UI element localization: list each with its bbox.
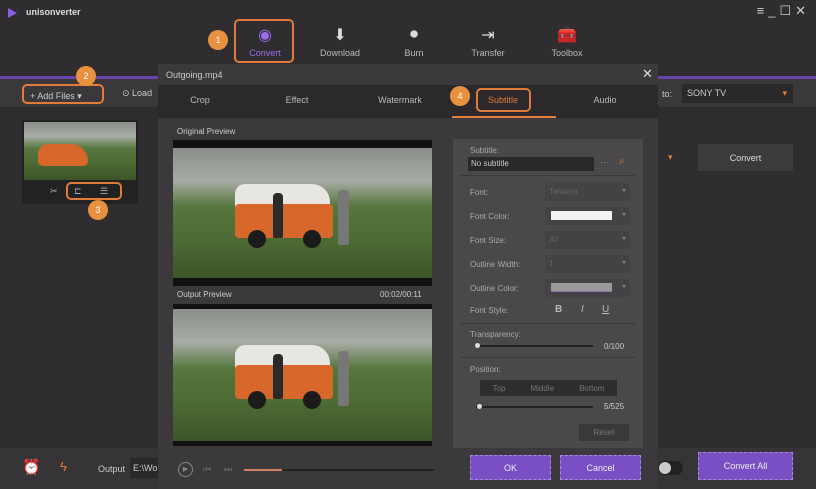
transfer-icon: ⇥ (481, 27, 495, 44)
format-dropdown-icon[interactable]: ▾ (668, 152, 673, 163)
output-label: Output (98, 464, 126, 474)
file-thumbnail-image (24, 122, 136, 180)
outline-color-select[interactable] (545, 279, 630, 297)
burn-icon: ⏺ (409, 26, 418, 43)
outline-color-label: Outline Color: (470, 284, 519, 293)
tab-watermark[interactable]: Watermark (355, 95, 445, 105)
active-tab-underline (452, 116, 556, 118)
previous-icon[interactable]: ⏮ (203, 464, 211, 475)
tab-crop[interactable]: Crop (155, 95, 245, 105)
more-icon[interactable]: ··· (600, 157, 609, 167)
dialog-title: Outgoing.mp4 (166, 70, 223, 80)
step-badge-3: 3 (88, 200, 108, 220)
output-path[interactable]: E:\Wo (130, 458, 160, 478)
nav-burn[interactable]: ⏺ Burn (384, 22, 444, 58)
file-convert-button[interactable]: Convert (698, 144, 793, 171)
convert-to-select[interactable]: SONY TV ▾ (682, 84, 793, 103)
next-icon[interactable]: ⏭ (224, 464, 232, 475)
cut-icon[interactable]: ✂ (50, 186, 58, 197)
convert-all-button[interactable]: Convert All (698, 452, 793, 480)
position-slider[interactable] (476, 404, 593, 409)
position-label: Position: (470, 365, 501, 374)
dialog-close-icon[interactable]: ✕ (642, 66, 653, 82)
output-preview-image (173, 304, 432, 446)
step-badge-4: 4 (450, 86, 470, 106)
nav-transfer[interactable]: ⇥ Transfer (458, 22, 518, 58)
highlight-convert (234, 19, 294, 63)
position-bottom[interactable]: Bottom (579, 384, 604, 393)
original-preview-image (173, 140, 432, 286)
position-middle[interactable]: Middle (530, 384, 554, 393)
highlight-subtitle-tab (476, 88, 531, 112)
alarm-icon[interactable]: ⏰ (22, 458, 41, 476)
step-badge-1: 1 (208, 30, 228, 50)
play-button[interactable]: ▶ (178, 462, 193, 477)
minimize-icon[interactable]: _ (768, 3, 779, 18)
app-logo-icon (8, 8, 17, 18)
toolbox-icon: 🧰 (557, 27, 577, 44)
outline-width-select[interactable]: 1 (545, 255, 630, 273)
font-label: Font: (470, 188, 489, 197)
window-controls: ≡_☐✕ (757, 3, 810, 19)
step-badge-2: 2 (76, 66, 96, 86)
merge-toggle[interactable] (658, 461, 683, 475)
divider (460, 357, 635, 358)
output-preview-label: Output Preview (177, 290, 232, 299)
original-preview-label: Original Preview (177, 127, 236, 136)
position-segmented: Top Middle Bottom (480, 380, 617, 396)
add-files-button[interactable]: + Add Files ▾ (22, 84, 104, 104)
divider (460, 323, 635, 324)
underline-button[interactable]: U (602, 304, 609, 315)
time-display: 00:02/00:11 (380, 290, 422, 299)
speed-icon[interactable]: ϟ (60, 459, 67, 474)
font-size-label: Font Size: (470, 236, 507, 245)
divider (460, 175, 635, 176)
font-color-select[interactable] (545, 207, 630, 225)
outline-width-label: Outline Width: (470, 260, 521, 269)
subtitle-input[interactable]: No subtitle (468, 157, 594, 171)
reset-button[interactable]: Reset (579, 424, 629, 441)
highlight-edit-icons (66, 182, 122, 200)
nav-toolbox[interactable]: 🧰 Toolbox (537, 22, 597, 58)
italic-button[interactable]: I (581, 304, 584, 315)
app-title: unisonverter (26, 7, 81, 17)
font-select[interactable]: Tahoma (545, 183, 630, 201)
convert-to-label: to: (662, 89, 673, 99)
download-icon: ⬇ (333, 27, 347, 44)
tab-audio[interactable]: Audio (560, 95, 650, 105)
transparency-slider[interactable] (475, 343, 593, 348)
search-icon[interactable]: ⌕ (619, 156, 625, 167)
load-button[interactable]: ⊙ Load (122, 88, 152, 99)
playback-slider[interactable] (244, 469, 434, 471)
subtitle-label: Subtitle: (470, 146, 499, 155)
cancel-button[interactable]: Cancel (560, 455, 641, 480)
tab-effect[interactable]: Effect (252, 95, 342, 105)
bold-button[interactable]: B (555, 304, 562, 315)
font-style-label: Font Style: (470, 306, 509, 315)
transparency-label: Transparency: (470, 330, 521, 339)
position-top[interactable]: Top (493, 384, 506, 393)
position-value: 5/525 (604, 402, 625, 411)
ok-button[interactable]: OK (470, 455, 551, 480)
font-color-label: Font Color: (470, 212, 510, 221)
nav-download[interactable]: ⬇ Download (310, 22, 370, 58)
close-icon[interactable]: ✕ (795, 3, 810, 18)
menu-icon[interactable]: ≡ (757, 3, 769, 18)
font-size-select[interactable]: 30 (545, 231, 630, 249)
transparency-value: 0/100 (604, 342, 625, 351)
maximize-icon[interactable]: ☐ (779, 3, 795, 18)
